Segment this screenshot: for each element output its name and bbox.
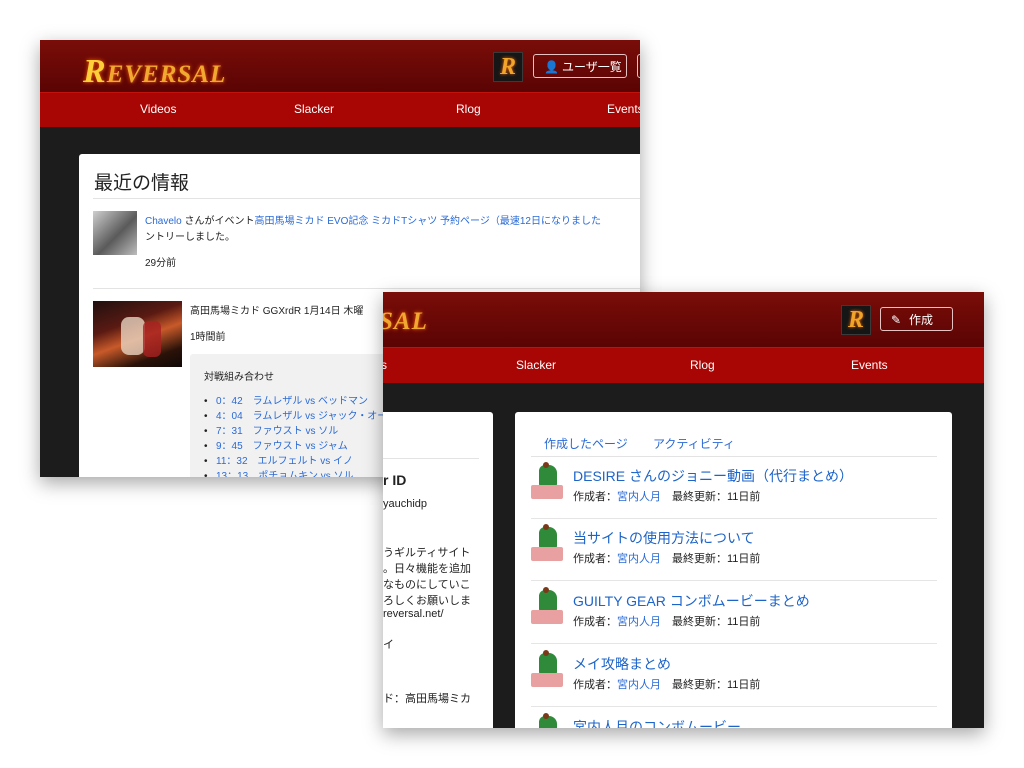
matchup-item[interactable]: 0：42 ラムレザル vs ベッドマン (204, 394, 387, 409)
page-author-avatar (531, 462, 563, 499)
chavelo-avatar[interactable] (93, 211, 137, 255)
nav-videos-partial[interactable]: s (383, 358, 387, 372)
profile-card: r ID yauchidp うギルティサイト 。日々機能を追加 なものにしていこ… (383, 412, 493, 728)
section-title: 最近の情報 (94, 173, 190, 194)
divider (383, 458, 479, 459)
edit-icon: ✎ (891, 313, 902, 327)
main-nav: s Slacker Rlog Events (383, 347, 984, 383)
page-author-avatar (531, 650, 563, 687)
nav-rlog[interactable]: Rlog (690, 358, 715, 372)
nav-rlog[interactable]: Rlog (456, 102, 481, 116)
user-avatar-icon[interactable]: R (841, 305, 871, 335)
matchup-item[interactable]: 4：04 ラムレザル vs ジャック・オー (204, 409, 387, 424)
page-title-link[interactable]: 宮内人月のコンボムービー (573, 717, 741, 728)
page-title-link[interactable]: メイ攻略まとめ (573, 654, 671, 674)
page-meta: 作成者：宮内人月 最終更新：11日前 (573, 553, 761, 565)
id-label: r ID (383, 472, 407, 488)
create-button-partial[interactable] (637, 54, 640, 78)
page-meta: 作成者：宮内人月 最終更新：11日前 (573, 491, 761, 503)
page-list-item[interactable]: DESIRE さんのジョニー動画（代行まとめ） 作成者：宮内人月 最終更新：11… (531, 457, 937, 519)
site-logo[interactable]: REVERSAL (83, 53, 226, 91)
matchup-item[interactable]: 7：31 ファウスト vs ソル (204, 424, 387, 439)
matchup-item[interactable]: 13：13 ポチョムキン vs ソル (204, 469, 387, 477)
activity-line-1: Chavelo さんがイベント高田馬場ミカド EVO記念 ミカドTシャツ 予約ペ… (145, 216, 601, 227)
divider (93, 198, 640, 199)
main-nav: Videos Slacker Rlog Events (40, 92, 640, 127)
page-meta: 作成者：宮内人月 最終更新：11日前 (573, 679, 761, 691)
bio-line: ド：高田馬場ミカ (383, 693, 471, 705)
author-link[interactable]: 宮内人月 (617, 553, 661, 565)
nav-slacker[interactable]: Slacker (516, 358, 556, 372)
header-bar: REVERSAL R 👤 ユーザ一覧 (40, 40, 640, 92)
nav-slacker[interactable]: Slacker (294, 102, 334, 116)
page-author-avatar (531, 713, 563, 728)
nav-events[interactable]: Events (607, 102, 640, 116)
header-bar: SAL R ✎ 作成 (383, 292, 984, 347)
bio-line: なものにしていこ (383, 579, 471, 591)
front-browser-window: SAL R ✎ 作成 s Slacker Rlog Events r ID ya… (383, 292, 984, 728)
bio-line: うギルティサイト (383, 547, 471, 559)
id-value-link[interactable]: yauchidp (383, 498, 427, 510)
bio-link[interactable]: reversal.net/ (383, 608, 444, 620)
pages-card: 作成したページ アクティビティ DESIRE さんのジョニー動画（代行まとめ） … (515, 412, 952, 728)
matchup-list: 0：42 ラムレザル vs ベッドマン 4：04 ラムレザル vs ジャック・オ… (204, 394, 387, 477)
page-meta: 作成者：宮内人月 最終更新：11日前 (573, 616, 761, 628)
video-title-link[interactable]: 高田馬場ミカド GGXrdR 1月14日 木曜 (190, 302, 363, 317)
event-link[interactable]: 高田馬場ミカド EVO記念 ミカドTシャツ 予約ページ（最速12日になりました (254, 216, 600, 227)
page-list-item[interactable]: 当サイトの使用方法について 作成者：宮内人月 最終更新：11日前 (531, 519, 937, 581)
author-link[interactable]: 宮内人月 (617, 616, 661, 628)
bio-line: ろしくお願いしま (383, 595, 471, 607)
bio-line: イ (383, 639, 394, 651)
video-thumbnail[interactable] (93, 301, 182, 367)
matchups-label: 対戦組み合わせ (204, 372, 274, 383)
user-list-button[interactable]: 👤 ユーザ一覧 (533, 54, 627, 78)
tab-activity[interactable]: アクティビティ (653, 435, 735, 452)
matchup-item[interactable]: 9：45 ファウスト vs ジャム (204, 439, 387, 454)
author-link[interactable]: 宮内人月 (617, 679, 661, 691)
user-icon: 👤 (544, 60, 559, 74)
user-avatar-icon[interactable]: R (493, 52, 523, 82)
video-time: 1時間前 (190, 332, 226, 343)
tab-created-pages[interactable]: 作成したページ (544, 435, 628, 452)
author-link[interactable]: 宮内人月 (617, 491, 661, 503)
bio-line: 。日々機能を追加 (383, 563, 471, 575)
page-list-item[interactable]: メイ攻略まとめ 作成者：宮内人月 最終更新：11日前 (531, 645, 937, 707)
page-author-avatar (531, 524, 563, 561)
page-title-link[interactable]: DESIRE さんのジョニー動画（代行まとめ） (573, 466, 853, 486)
nav-videos[interactable]: Videos (140, 102, 176, 116)
page-list-item[interactable]: GUILTY GEAR コンボムービーまとめ 作成者：宮内人月 最終更新：11日… (531, 582, 937, 644)
activity-time: 29分前 (145, 258, 177, 269)
create-button[interactable]: ✎ 作成 (880, 307, 953, 331)
page-title-link[interactable]: 当サイトの使用方法について (573, 528, 755, 548)
page-author-avatar (531, 587, 563, 624)
divider (93, 288, 640, 289)
user-link[interactable]: Chavelo (145, 216, 182, 227)
page-list-item[interactable]: 宮内人月のコンボムービー (531, 708, 937, 728)
nav-events[interactable]: Events (851, 358, 888, 372)
matchup-item[interactable]: 11：32 エルフェルト vs イノ (204, 454, 387, 469)
site-logo-partial[interactable]: SAL (383, 308, 428, 336)
page-title-link[interactable]: GUILTY GEAR コンボムービーまとめ (573, 591, 810, 611)
activity-line-2: ントリーしました。 (145, 232, 235, 243)
